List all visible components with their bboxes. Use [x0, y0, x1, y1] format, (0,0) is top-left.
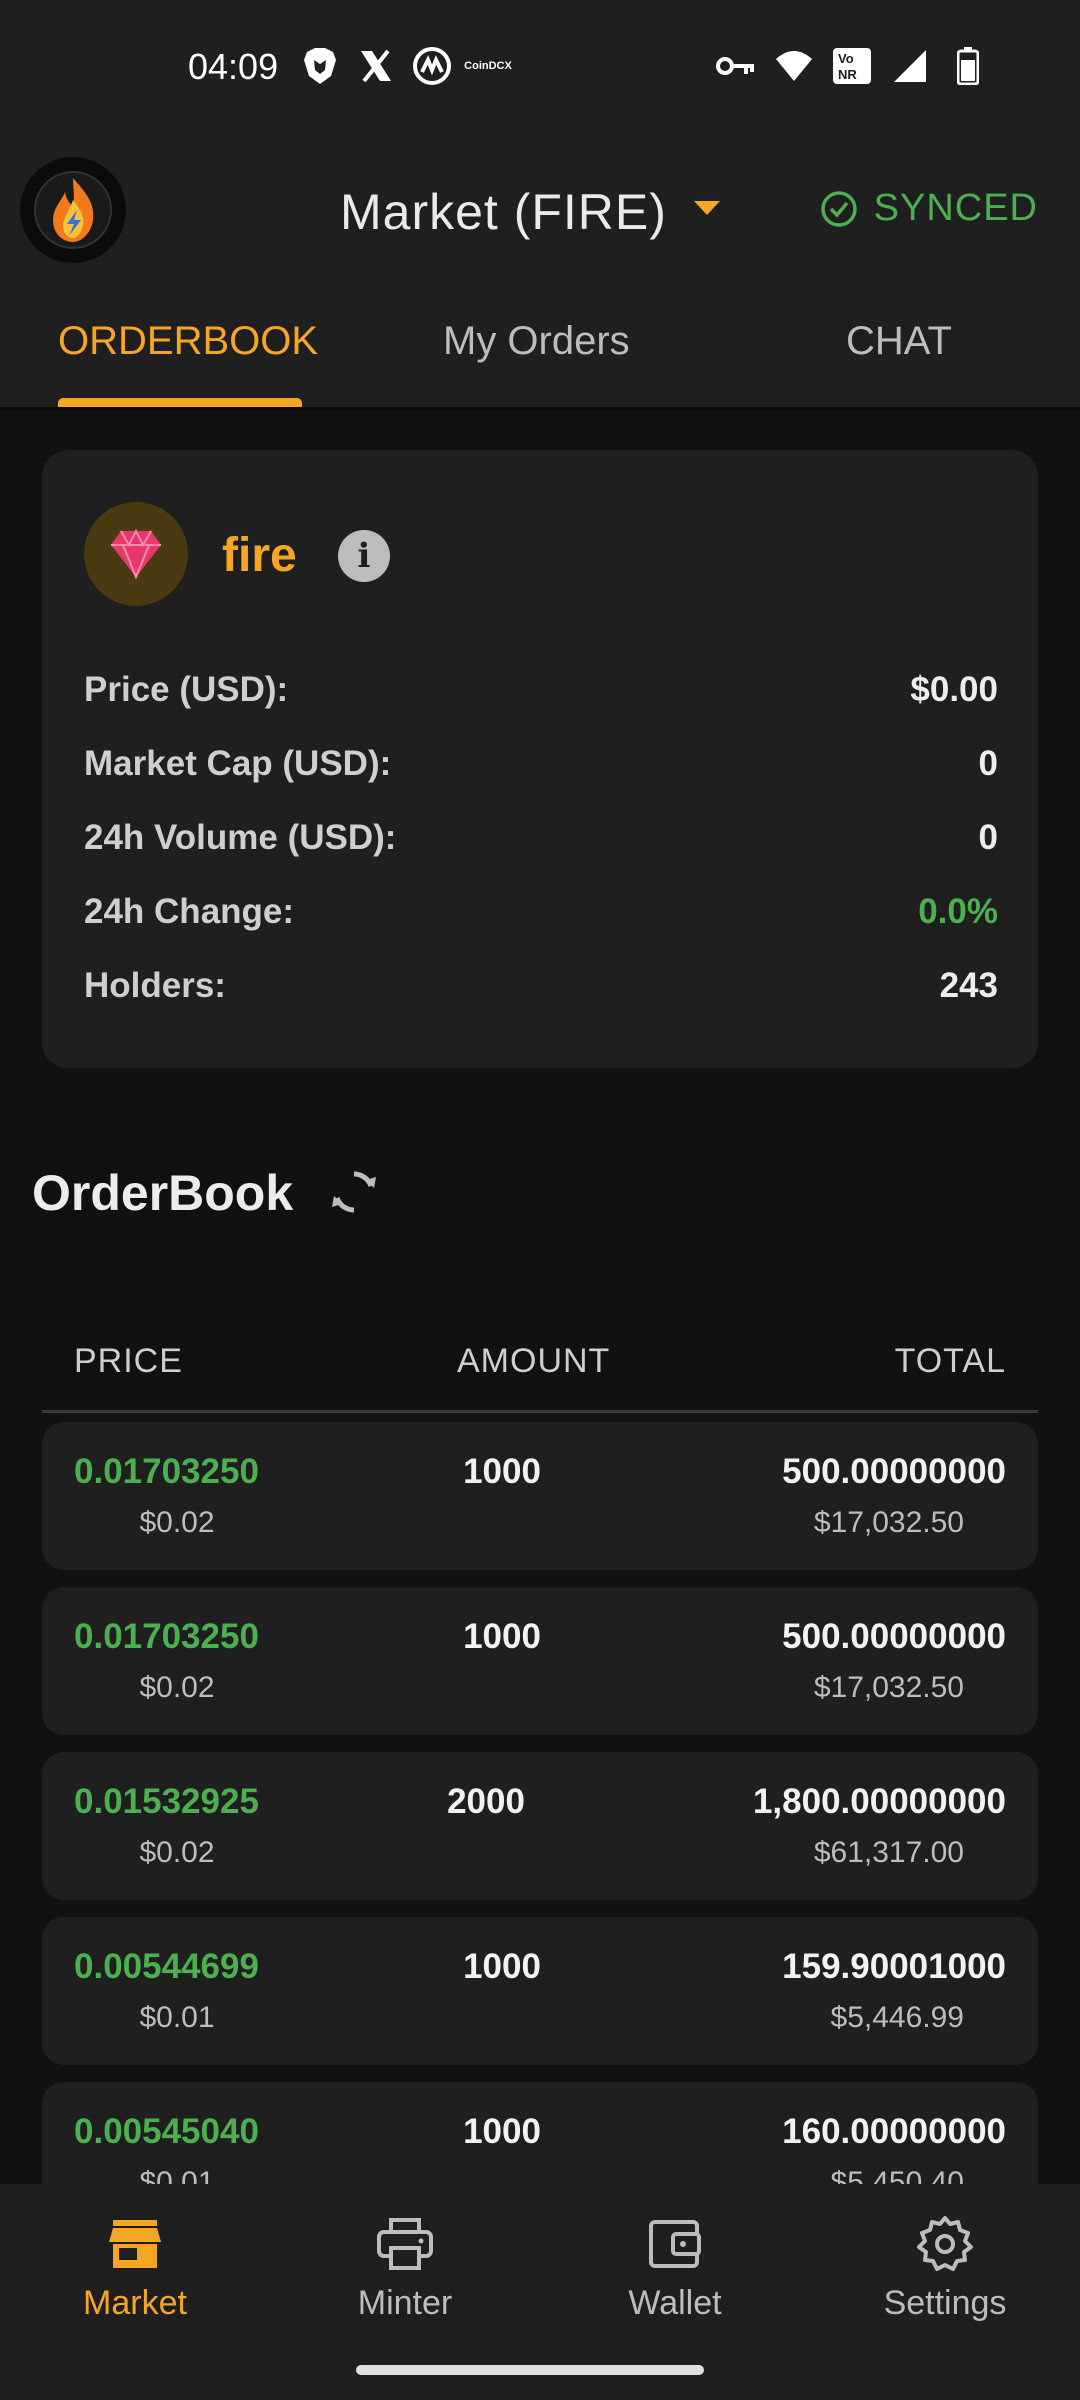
column-header-price: PRICE — [74, 1342, 183, 1380]
vonr-icon: Vo NR — [832, 46, 872, 86]
market-content[interactable]: fire i Price (USD): $0.00 Market Cap (US… — [0, 412, 1080, 2184]
refresh-icon[interactable] — [326, 1164, 382, 1220]
order-total-usd: $5,450.40 — [830, 2166, 964, 2184]
sync-status-label: SYNCED — [873, 187, 1038, 229]
wallet-icon — [649, 2220, 701, 2268]
order-price: 0.00545040 — [74, 2112, 259, 2151]
system-icons: Vo NR — [716, 46, 988, 86]
svg-text:NR: NR — [838, 67, 857, 82]
app-logo — [20, 157, 126, 263]
order-price: 0.00544699 — [74, 1947, 259, 1986]
order-total: 500.00000000 — [782, 1452, 1006, 1491]
stat-price: Price (USD): $0.00 — [84, 670, 998, 709]
notification-icons: CoinDCX — [300, 46, 512, 86]
tab-chat[interactable]: CHAT — [846, 319, 952, 364]
order-row[interactable]: 0.01532925 $0.02 2000 1,800.00000000 $61… — [42, 1752, 1038, 1900]
orderbook-title: OrderBook — [32, 1165, 294, 1221]
tab-bar: ORDERBOOK My Orders CHAT — [0, 285, 1080, 410]
printer-icon — [377, 2218, 433, 2270]
order-row[interactable]: 0.00545040 $0.01 1000 160.00000000 $5,45… — [42, 2082, 1038, 2184]
sync-status: SYNCED — [820, 187, 1038, 230]
coindcx-icon: CoinDCX — [464, 60, 512, 72]
order-amount: 1000 — [463, 1617, 541, 1656]
order-price-usd: $0.02 — [139, 1671, 215, 1704]
token-info-card: fire i Price (USD): $0.00 Market Cap (US… — [42, 450, 1038, 1068]
stat-24h-volume: 24h Volume (USD): 0 — [84, 818, 998, 857]
order-price: 0.01703250 — [74, 1617, 259, 1656]
market-selector[interactable]: Market (FIRE) — [340, 183, 667, 241]
order-price-usd: $0.01 — [139, 2001, 215, 2034]
check-circle-icon — [820, 190, 857, 227]
token-name: fire — [222, 529, 297, 582]
tab-orderbook[interactable]: ORDERBOOK — [58, 319, 318, 364]
nav-market[interactable]: Market — [35, 2214, 235, 2323]
nav-settings[interactable]: Settings — [845, 2214, 1045, 2323]
order-amount: 1000 — [463, 2112, 541, 2151]
stat-24h-change: 24h Change: 0.0% — [84, 892, 998, 931]
order-price-usd: $0.02 — [139, 1836, 215, 1869]
column-header-total: TOTAL — [894, 1342, 1006, 1380]
order-amount: 1000 — [463, 1947, 541, 1986]
brave-icon — [300, 46, 340, 86]
coinmarketcap-icon — [412, 46, 452, 86]
app-bar: Market (FIRE) SYNCED — [0, 135, 1080, 285]
order-total-usd: $61,317.00 — [813, 1836, 964, 1869]
home-indicator[interactable] — [356, 2365, 704, 2375]
battery-icon — [948, 46, 988, 86]
order-total: 159.90001000 — [782, 1947, 1006, 1986]
stat-holders: Holders: 243 — [84, 966, 998, 1005]
order-total: 1,800.00000000 — [752, 1782, 1006, 1821]
order-amount: 1000 — [463, 1452, 541, 1491]
order-total-usd: $17,032.50 — [813, 1506, 964, 1539]
column-header-amount: AMOUNT — [457, 1342, 611, 1380]
tab-my-orders[interactable]: My Orders — [443, 319, 630, 364]
active-tab-indicator — [58, 398, 302, 407]
order-row[interactable]: 0.01703250 $0.02 1000 500.00000000 $17,0… — [42, 1587, 1038, 1735]
order-total-usd: $5,446.99 — [830, 2001, 964, 2034]
order-price-usd: $0.02 — [139, 1506, 215, 1539]
status-bar: 04:09 CoinDCX Vo NR — [0, 0, 1080, 135]
order-row[interactable]: 0.01703250 $0.02 1000 500.00000000 $17,0… — [42, 1422, 1038, 1570]
order-price-usd: $0.01 — [139, 2166, 215, 2184]
order-total: 500.00000000 — [782, 1617, 1006, 1656]
token-avatar — [84, 502, 188, 606]
order-total-usd: $17,032.50 — [813, 1671, 964, 1704]
store-icon — [109, 2220, 161, 2268]
stat-market-cap: Market Cap (USD): 0 — [84, 744, 998, 783]
chevron-down-icon[interactable] — [694, 201, 720, 215]
order-total: 160.00000000 — [782, 2112, 1006, 2151]
svg-text:Vo: Vo — [838, 51, 854, 66]
wifi-icon — [774, 46, 814, 86]
x-icon — [356, 46, 396, 86]
signal-icon — [890, 46, 930, 86]
order-row[interactable]: 0.00544699 $0.01 1000 159.90001000 $5,44… — [42, 1917, 1038, 2065]
order-amount: 2000 — [447, 1782, 525, 1821]
nav-wallet[interactable]: Wallet — [575, 2214, 775, 2323]
info-icon[interactable]: i — [338, 530, 390, 582]
gem-icon — [111, 529, 161, 579]
gear-icon — [917, 2216, 973, 2271]
order-price: 0.01703250 — [74, 1452, 259, 1491]
status-time: 04:09 — [188, 46, 279, 87]
nav-minter[interactable]: Minter — [305, 2214, 505, 2323]
order-price: 0.01532925 — [74, 1782, 259, 1821]
header-divider — [42, 1410, 1038, 1413]
vpn-key-icon — [716, 46, 756, 86]
